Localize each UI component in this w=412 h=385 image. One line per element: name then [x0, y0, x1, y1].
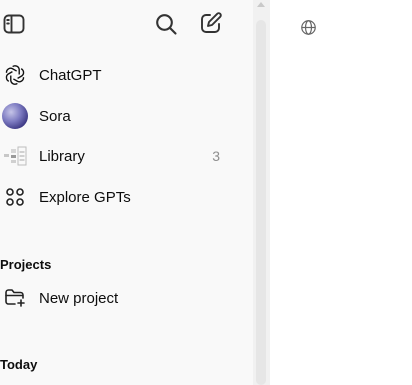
sora-avatar	[1, 102, 29, 130]
new-chat-icon[interactable]	[199, 11, 223, 40]
projects-section-title: Projects	[0, 257, 52, 272]
new-project-button[interactable]: New project	[0, 280, 240, 316]
sidebar-scrollbar-thumb[interactable]	[256, 20, 266, 385]
sidebar-item-label: Library	[39, 147, 85, 165]
sidebar-item-library[interactable]: Library 3	[0, 138, 240, 174]
chatgpt-logo-icon	[1, 61, 29, 89]
library-thumbnail	[1, 142, 29, 170]
new-folder-icon	[1, 284, 29, 312]
sidebar-item-chatgpt[interactable]: ChatGPT	[0, 57, 240, 93]
scroll-up-arrow-icon[interactable]	[257, 2, 265, 7]
sidebar-item-label: ChatGPT	[39, 66, 102, 84]
search-icon[interactable]	[154, 12, 178, 41]
library-count-badge: 3	[212, 148, 220, 164]
sidebar-item-explore-gpts[interactable]: Explore GPTs	[0, 179, 240, 215]
new-project-label: New project	[39, 289, 119, 307]
sidebar-item-label: Explore GPTs	[39, 188, 131, 206]
grid-icon	[1, 183, 29, 211]
sidebar-toggle-icon[interactable]	[2, 12, 26, 41]
globe-icon[interactable]	[300, 19, 317, 41]
sidebar-item-label: Sora	[39, 107, 71, 125]
today-section-title: Today	[0, 357, 38, 372]
sidebar-item-sora[interactable]: Sora	[0, 98, 240, 134]
